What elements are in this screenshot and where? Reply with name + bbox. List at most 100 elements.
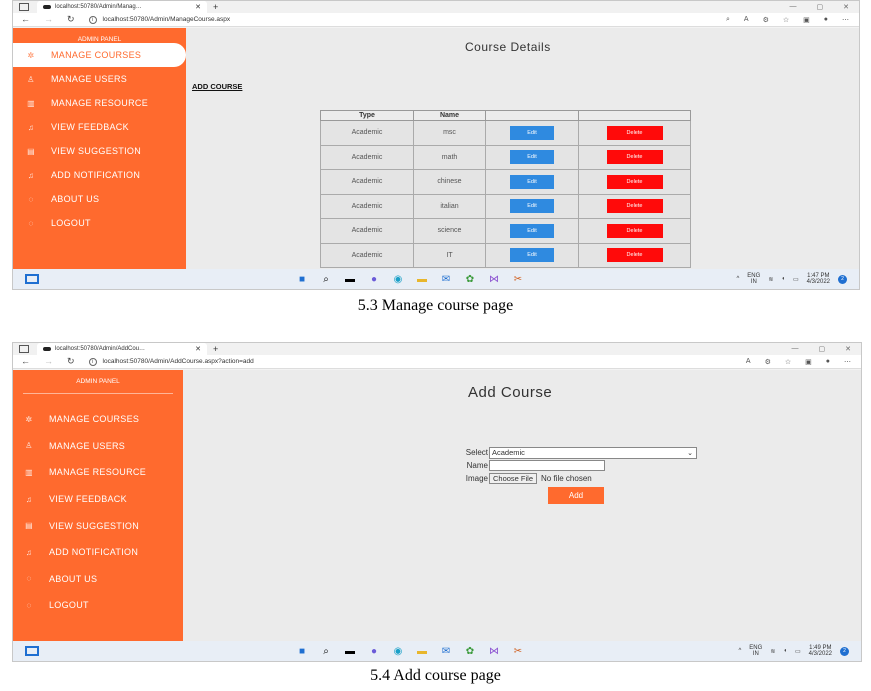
forward-icon[interactable]: → (44, 14, 53, 25)
favorites-icon[interactable]: ☆ (783, 16, 789, 24)
start-icon[interactable]: ■ (295, 274, 309, 285)
back-icon[interactable]: ← (21, 14, 30, 25)
close-window-icon[interactable]: ✕ (843, 3, 849, 11)
new-tab-icon[interactable]: + (213, 2, 218, 12)
widgets-icon[interactable] (25, 274, 39, 284)
edit-button[interactable]: Edit (510, 125, 554, 140)
sidebar-item-manage-users[interactable]: ♙ MANAGE USERS (13, 67, 186, 91)
edit-button[interactable]: Edit (510, 199, 554, 214)
widgets-icon[interactable] (25, 646, 39, 656)
refresh-icon[interactable]: ↻ (67, 356, 75, 367)
new-tab-icon[interactable]: + (213, 344, 218, 354)
chat-icon[interactable]: ● (367, 274, 381, 285)
language-indicator[interactable]: ENG IN (747, 273, 760, 285)
sidebar-item-manage-courses[interactable]: ✲ MANAGE COURSES (13, 406, 183, 433)
edge-icon[interactable]: ◉ (391, 646, 405, 657)
sidebar-item-manage-courses[interactable]: ✲ MANAGE COURSES (13, 43, 186, 67)
maximize-icon[interactable]: ▢ (819, 345, 826, 353)
extensions-icon[interactable]: ⚙ (765, 358, 771, 366)
sidebar-item-about-us[interactable]: ◌ ABOUT US (13, 187, 186, 211)
file-explorer-icon[interactable]: ▬ (415, 646, 429, 657)
sidebar-item-manage-resource[interactable]: ▥ MANAGE RESOURCE (13, 459, 183, 486)
search-icon[interactable]: ⌕ (319, 646, 333, 657)
clock[interactable]: 1:47 PM 4/3/2022 (807, 273, 830, 285)
collections-icon[interactable]: ▣ (805, 358, 812, 366)
file-explorer-icon[interactable]: ▬ (415, 274, 429, 285)
close-window-icon[interactable]: ✕ (845, 345, 851, 353)
visual-studio-icon[interactable]: ⋈ (487, 274, 501, 285)
more-icon[interactable]: ⋯ (842, 16, 849, 24)
delete-button[interactable]: Delete (606, 150, 663, 165)
edit-button[interactable]: Edit (510, 174, 554, 189)
minimize-icon[interactable]: — (790, 3, 797, 11)
delete-button[interactable]: Delete (606, 223, 663, 238)
profile-icon[interactable]: ● (826, 358, 830, 366)
chevron-up-icon[interactable]: ^ (738, 648, 741, 654)
notification-badge[interactable]: 2 (838, 274, 847, 284)
sidebar-item-logout[interactable]: ◌ LOGOUT (13, 211, 186, 235)
battery-icon[interactable]: ▭ (795, 648, 801, 655)
close-tab-icon[interactable]: ✕ (195, 3, 201, 11)
delete-button[interactable]: Delete (606, 174, 663, 189)
window-icon[interactable] (19, 345, 29, 353)
url-field[interactable]: localhost:50780/Admin/ManageCourse.aspx (103, 16, 726, 23)
sidebar-item-view-feedback[interactable]: ♫ VIEW FEEDBACK (13, 486, 183, 513)
browser-tab[interactable]: localhost:50780/Admin/AddCou… ✕ (37, 343, 207, 355)
start-icon[interactable]: ■ (295, 646, 309, 657)
back-icon[interactable]: ← (21, 356, 30, 367)
language-indicator[interactable]: ENG IN (749, 645, 762, 657)
delete-button[interactable]: Delete (606, 248, 663, 263)
read-aloud-icon[interactable]: A (744, 16, 749, 24)
snipping-tool-icon[interactable]: ✂ (511, 646, 525, 657)
battery-icon[interactable]: ▭ (793, 276, 799, 283)
forward-icon[interactable]: → (44, 356, 53, 367)
wifi-icon[interactable]: ≋ (768, 276, 773, 283)
profile-icon[interactable]: ● (824, 16, 828, 24)
browser-tab[interactable]: localhost:50780/Admin/Manag… ✕ (37, 1, 207, 13)
notification-badge[interactable]: 2 (840, 646, 849, 656)
sidebar-item-logout[interactable]: ◌ LOGOUT (13, 592, 183, 619)
extensions-icon[interactable]: ⚙ (763, 16, 769, 24)
minimize-icon[interactable]: — (792, 345, 799, 353)
search-icon[interactable]: ⌕ (726, 16, 730, 24)
wifi-icon[interactable]: ≋ (770, 648, 775, 655)
add-button[interactable]: Add (548, 487, 604, 504)
sidebar-item-view-suggestion[interactable]: ▤ VIEW SUGGESTION (13, 139, 186, 163)
store-icon[interactable]: ✿ (463, 274, 477, 285)
chat-icon[interactable]: ● (367, 646, 381, 657)
visual-studio-icon[interactable]: ⋈ (487, 646, 501, 657)
search-icon[interactable]: ⌕ (319, 274, 333, 285)
add-course-link[interactable]: ADD COURSE (192, 82, 242, 91)
sidebar-item-manage-resource[interactable]: ▥ MANAGE RESOURCE (13, 91, 186, 115)
snipping-tool-icon[interactable]: ✂ (511, 274, 525, 285)
edit-button[interactable]: Edit (510, 150, 554, 165)
task-view-icon[interactable]: ▬ (343, 646, 357, 657)
window-icon[interactable] (19, 3, 29, 11)
collections-icon[interactable]: ▣ (803, 16, 810, 24)
sidebar-item-about-us[interactable]: ◌ ABOUT US (13, 566, 183, 593)
delete-button[interactable]: Delete (606, 125, 663, 140)
sidebar-item-add-notification[interactable]: ♫ ADD NOTIFICATION (13, 539, 183, 566)
sidebar-item-manage-users[interactable]: ♙ MANAGE USERS (13, 433, 183, 460)
edit-button[interactable]: Edit (510, 248, 554, 263)
refresh-icon[interactable]: ↻ (67, 14, 75, 25)
choose-file-button[interactable]: Choose File (489, 473, 538, 484)
edit-button[interactable]: Edit (510, 223, 554, 238)
course-type-select[interactable]: Academic ⌄ (489, 446, 697, 459)
favorites-icon[interactable]: ☆ (785, 358, 791, 366)
site-info-icon[interactable]: i (88, 357, 97, 366)
sidebar-item-view-suggestion[interactable]: ▤ VIEW SUGGESTION (13, 512, 183, 539)
delete-button[interactable]: Delete (606, 199, 663, 214)
sidebar-item-view-feedback[interactable]: ♫ VIEW FEEDBACK (13, 115, 186, 139)
clock[interactable]: 1:49 PM 4/3/2022 (809, 645, 832, 657)
read-aloud-icon[interactable]: A (746, 358, 751, 366)
store-icon[interactable]: ✿ (463, 646, 477, 657)
volume-icon[interactable]: ◖ (781, 276, 785, 282)
volume-icon[interactable]: ◖ (783, 648, 787, 654)
edge-icon[interactable]: ◉ (391, 274, 405, 285)
mail-icon[interactable]: ✉ (439, 646, 453, 657)
maximize-icon[interactable]: ▢ (817, 3, 824, 11)
close-tab-icon[interactable]: ✕ (195, 345, 201, 353)
name-input[interactable] (489, 460, 605, 471)
more-icon[interactable]: ⋯ (844, 358, 851, 366)
